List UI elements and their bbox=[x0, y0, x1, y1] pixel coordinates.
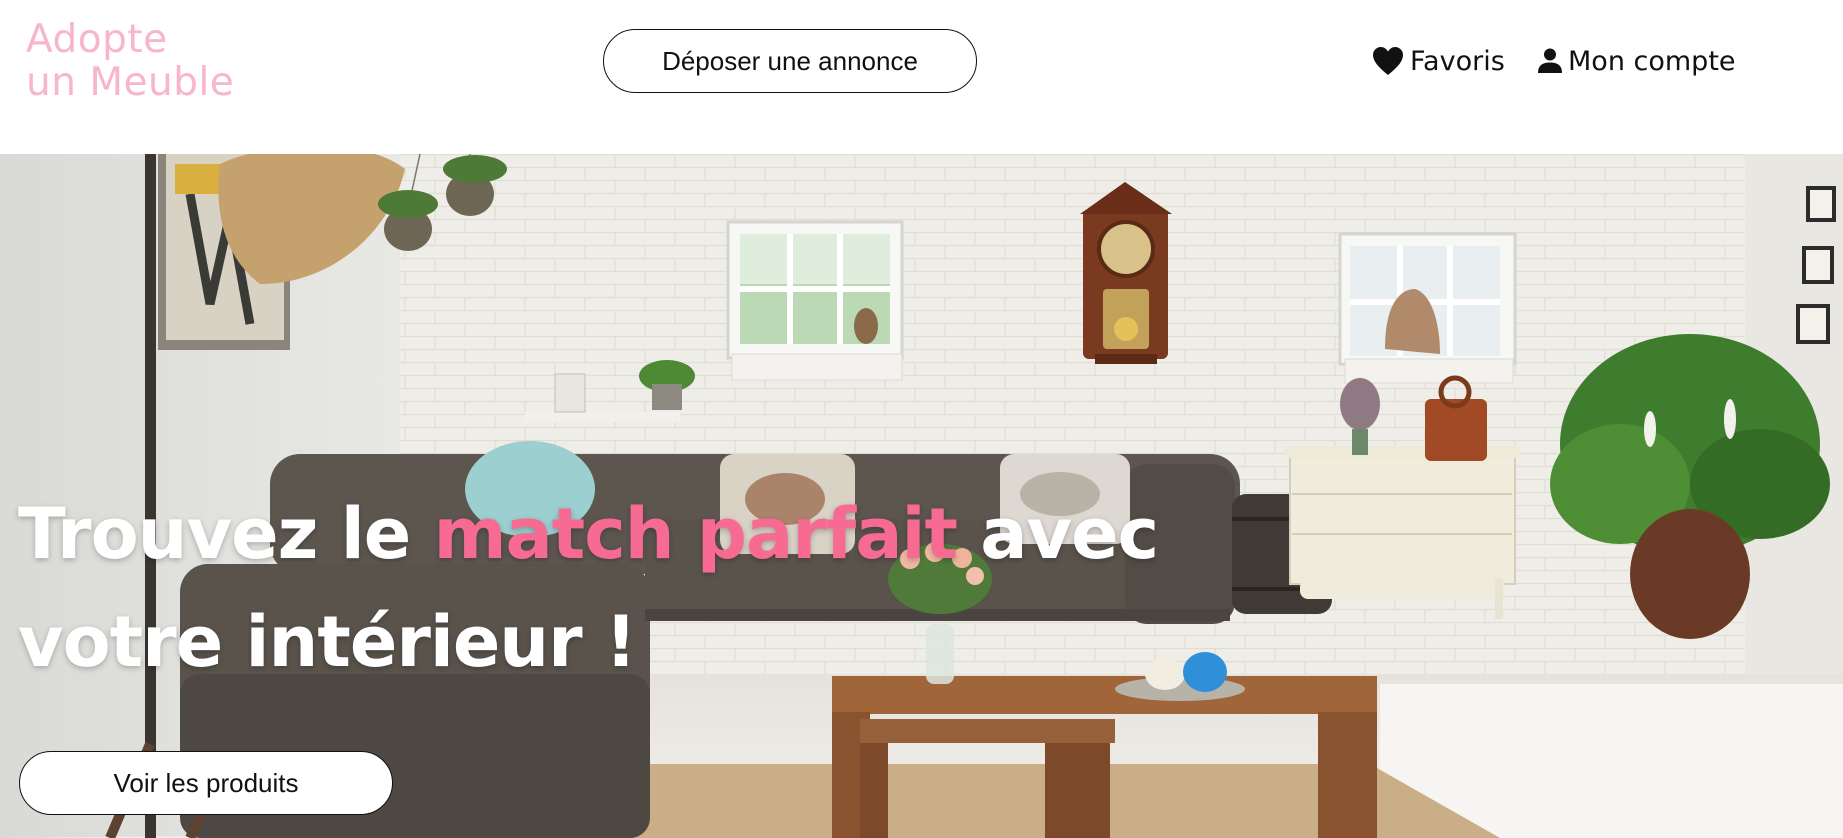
hero-headline: Trouvez le match parfait avec votre inté… bbox=[18, 480, 1159, 696]
favorites-label: Favoris bbox=[1410, 45, 1505, 77]
logo-line-2: un Meuble bbox=[26, 60, 235, 105]
site-header: Adopte un Meuble Déposer une annonce Fav… bbox=[0, 0, 1843, 154]
hero-banner: Trouvez le match parfait avec votre inté… bbox=[0, 154, 1843, 838]
headline-accent: match parfait bbox=[433, 493, 958, 575]
headline-part-2: avec bbox=[956, 493, 1159, 575]
user-icon bbox=[1538, 48, 1562, 74]
post-ad-button[interactable]: Déposer une annonce bbox=[603, 29, 977, 93]
heart-icon bbox=[1372, 46, 1404, 76]
favorites-link[interactable]: Favoris bbox=[1372, 38, 1505, 84]
view-products-button[interactable]: Voir les produits bbox=[19, 751, 393, 815]
account-label: Mon compte bbox=[1568, 45, 1736, 77]
headline-part-1: Trouvez le bbox=[18, 493, 434, 575]
account-link[interactable]: Mon compte bbox=[1538, 38, 1736, 84]
logo-line-1: Adopte bbox=[26, 17, 168, 62]
headline-line-2: votre intérieur ! bbox=[18, 601, 637, 683]
site-logo[interactable]: Adopte un Meuble bbox=[26, 18, 234, 104]
